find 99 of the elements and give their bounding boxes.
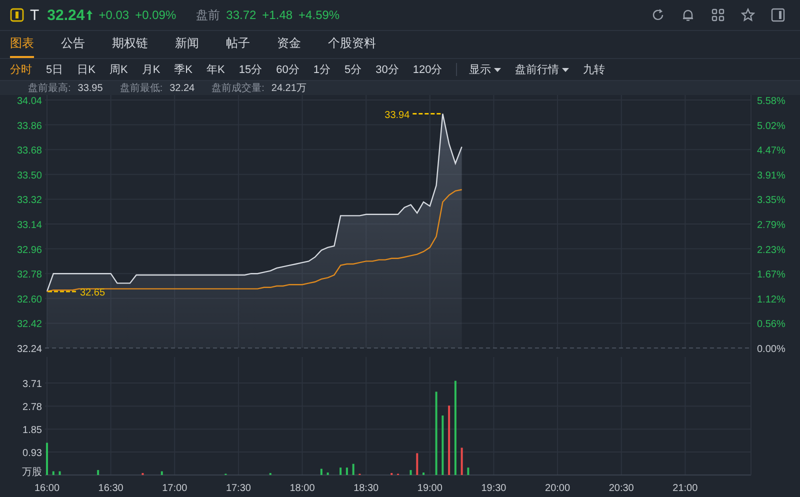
tab[interactable]: 帖子	[226, 31, 250, 58]
volume-bar	[416, 453, 418, 475]
axis-label: 17:00	[162, 483, 188, 494]
volume-bar	[442, 416, 444, 475]
period-button[interactable]: 季K	[174, 62, 192, 77]
marker-label: 32.65	[80, 288, 106, 298]
session-change-percent: +4.59%	[298, 8, 340, 22]
tab[interactable]: 新闻	[175, 31, 199, 58]
axis-label: 32.42	[16, 319, 42, 330]
axis-label: 32.60	[16, 294, 42, 306]
axis-label: 20:30	[608, 483, 634, 494]
stat-label: 盘前最低:	[120, 82, 163, 95]
percent-axis-label: 5.58%	[757, 96, 786, 107]
axis-label: 2.78	[22, 402, 42, 414]
volume-bar	[326, 472, 329, 475]
axis-label: 19:30	[481, 483, 506, 494]
percent-axis-label: 2.79%	[757, 220, 786, 231]
change-percent: +0.09%	[135, 8, 176, 22]
ticker-symbol: T	[30, 6, 40, 24]
session-price: 33.72	[226, 8, 256, 22]
percent-axis-label: 3.35%	[757, 195, 786, 206]
volume-bar	[58, 471, 61, 475]
volume-bar	[410, 470, 412, 475]
session-label: 盘前	[196, 6, 220, 24]
up-arrow-icon	[86, 9, 93, 21]
axis-label: 1.85	[22, 425, 42, 436]
axis-label: 3.71	[22, 379, 42, 390]
percent-axis-label: 0.00%	[757, 344, 786, 355]
tab[interactable]: 资金	[277, 31, 301, 58]
last-price: 32.24	[47, 6, 85, 24]
axis-label: 19:00	[417, 483, 442, 494]
period-button[interactable]: 5日	[46, 62, 64, 77]
panel-icon[interactable]	[10, 8, 24, 22]
volume-bar	[97, 470, 100, 475]
axis-label: 33.50	[16, 170, 42, 182]
caret-icon	[494, 68, 502, 72]
dropdown-button[interactable]: 显示	[469, 62, 502, 77]
volume-bar	[320, 468, 322, 475]
stat-value: 32.24	[170, 82, 195, 94]
percent-axis-label: 0.56%	[757, 319, 786, 330]
percent-axis-label: 2.23%	[757, 244, 786, 256]
percent-axis-label: 4.47%	[757, 146, 786, 157]
period-button[interactable]: 年K	[206, 62, 225, 77]
volume-bar	[448, 406, 450, 475]
stat-value: 24.21万	[271, 82, 306, 95]
period-button[interactable]: 日K	[77, 62, 96, 77]
period-button[interactable]: 30分	[376, 62, 399, 77]
period-button[interactable]: 月K	[142, 62, 160, 77]
percent-axis-label: 1.67%	[757, 270, 786, 281]
period-button[interactable]: 5分	[344, 62, 362, 77]
dropdown-button[interactable]: 盘前行情	[515, 62, 570, 77]
axis-label: 17:30	[226, 483, 251, 494]
axis-label: 20:00	[545, 483, 570, 494]
axis-label: 32.96	[16, 244, 42, 256]
percent-axis-label: 1.12%	[757, 294, 786, 306]
marker-label: 33.94	[384, 110, 410, 121]
stat-label: 盘前最高:	[28, 82, 71, 95]
period-button[interactable]: 分时	[10, 62, 32, 77]
percent-axis-label: 5.02%	[757, 120, 786, 132]
volume-bar	[352, 464, 354, 475]
marker-line	[412, 113, 442, 115]
period-button[interactable]: 15分	[238, 62, 262, 77]
axis-label: 33.32	[16, 195, 42, 206]
axis-label: 18:00	[290, 483, 315, 494]
axis-label: 32.78	[16, 270, 42, 281]
axis-label: 16:30	[98, 483, 124, 494]
axis-label: 21:00	[672, 483, 698, 494]
volume-bar	[422, 472, 425, 475]
price-change: +0.03	[98, 8, 130, 22]
axis-label: 32.24	[16, 344, 42, 355]
period-button[interactable]: 120分	[412, 62, 442, 77]
session-change: +1.48	[262, 8, 293, 22]
axis-label: 34.04	[16, 96, 42, 107]
tab[interactable]: 个股资料	[328, 31, 376, 58]
marker-line	[48, 290, 77, 292]
axis-label: 16:00	[34, 483, 60, 494]
stat-label: 盘前成交量:	[212, 82, 264, 95]
indicator-button[interactable]: 九转	[583, 62, 606, 77]
volume-bar	[340, 468, 342, 475]
volume-bar	[346, 468, 348, 475]
tab[interactable]: 期权链	[112, 31, 148, 58]
volume-bar	[52, 471, 54, 475]
axis-label: 18:30	[354, 483, 379, 494]
volume-bar	[467, 468, 470, 475]
caret-icon	[562, 68, 570, 72]
axis-label: 33.14	[16, 220, 42, 231]
axis-label: 0.93	[22, 448, 42, 459]
axis-unit: 万股	[22, 467, 42, 478]
tab[interactable]: 公告	[61, 31, 85, 58]
stat-value: 33.95	[78, 82, 103, 94]
axis-label: 33.68	[16, 146, 42, 157]
period-button[interactable]: 周K	[109, 62, 128, 77]
period-button[interactable]: 60分	[276, 62, 300, 77]
percent-axis-label: 3.91%	[757, 170, 786, 182]
tab[interactable]: 图表	[10, 31, 34, 58]
axis-label: 33.86	[16, 120, 42, 132]
volume-bar	[460, 448, 463, 475]
volume-bar	[160, 471, 163, 475]
period-button[interactable]: 1分	[313, 62, 330, 77]
